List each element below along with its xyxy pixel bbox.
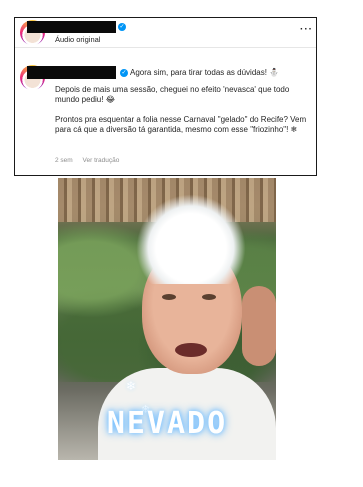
comment-body: Depois de mais uma sessão, cheguei no ef…: [55, 85, 313, 145]
video-frame[interactable]: ❄ ❄ NEVADO: [58, 178, 276, 460]
instagram-post-card: ✓ Áudio original ··· ✓ Agora sim, para t…: [14, 17, 317, 176]
left-eye: [162, 294, 176, 300]
open-mouth: [175, 343, 207, 357]
snowman-icon: ⛄: [269, 68, 280, 77]
redacted-username: [27, 21, 116, 33]
comment-timestamp: 2 sem: [55, 157, 73, 164]
raised-hand: [242, 286, 276, 366]
comment-meta: 2 sem Ver tradução: [55, 157, 127, 164]
frosted-white-hair: [136, 194, 246, 284]
right-eye: [202, 294, 216, 300]
snowflake-emoji-icon: ❄: [290, 125, 298, 134]
see-translation-link[interactable]: Ver tradução: [83, 157, 120, 164]
comment-paragraph-1-text: Depois de mais uma sessão, cheguei no ef…: [55, 85, 290, 104]
comment-header: Agora sim, para tirar todas as dúvidas! …: [130, 68, 279, 77]
redacted-commenter-name: [27, 66, 116, 79]
comment-paragraph-1: Depois de mais uma sessão, cheguei no ef…: [55, 85, 313, 105]
comment-header-text: Agora sim, para tirar todas as dúvidas!: [130, 68, 267, 77]
laughing-emoji-icon: 😂: [105, 95, 116, 104]
comment-paragraph-2: Prontos pra esquentar a folia nesse Carn…: [55, 115, 313, 135]
verified-badge-icon: ✓: [120, 69, 128, 77]
comment-paragraph-2-text: Prontos pra esquentar a folia nesse Carn…: [55, 115, 307, 134]
verified-badge-icon: ✓: [118, 23, 126, 31]
more-options-button[interactable]: ···: [300, 24, 313, 35]
post-header: ✓ Áudio original ···: [15, 18, 316, 48]
nevado-overlay-text: NEVADO: [106, 406, 228, 441]
snowflake-icon: ❄: [126, 379, 137, 393]
audio-label[interactable]: Áudio original: [55, 35, 100, 44]
